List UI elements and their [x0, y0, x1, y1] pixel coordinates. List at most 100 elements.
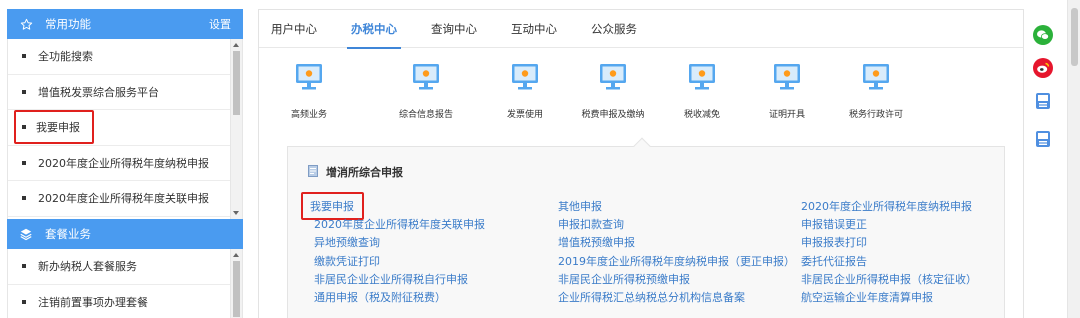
menu-item[interactable]: 全功能搜索: [8, 39, 242, 75]
scroll-thumb[interactable]: [233, 51, 240, 115]
tab-item[interactable]: 用户中心: [271, 10, 317, 48]
top-tabs: 用户中心 办税中心 查询中心 互动中心 公众服务: [259, 10, 1023, 49]
menu-item-label: 我要申报: [36, 121, 80, 135]
common-functions-header: 常用功能 设置: [7, 9, 243, 39]
main-panel: 用户中心 办税中心 查询中心 互动中心 公众服务 高频业务 综合信息报告 发票使用 税费申报及…: [258, 9, 1024, 318]
bullet-icon: [22, 89, 26, 94]
monitor-icon: [831, 62, 921, 95]
menu-item[interactable]: 2020年度企业所得税年度关联申报: [8, 181, 242, 217]
tab-item[interactable]: 办税中心: [347, 10, 401, 49]
function-item[interactable]: 高频业务: [264, 62, 354, 120]
bullet-icon: [22, 54, 26, 59]
function-item[interactable]: 发票使用: [480, 62, 570, 120]
menu-item-label: 2020年度企业所得税年度关联申报: [38, 192, 209, 206]
service-link[interactable]: 异地预缴查询: [314, 234, 380, 250]
app-icon[interactable]: [1033, 91, 1053, 111]
bullet-icon: [22, 196, 26, 201]
scroll-thumb[interactable]: [233, 261, 240, 317]
weibo-icon[interactable]: [1033, 58, 1053, 78]
layers-icon: [19, 227, 33, 241]
link-grid: 我要申报 其他申报 2020年度企业所得税年度纳税申报 2020年度企业所得税年度关联…: [301, 192, 1014, 307]
service-link[interactable]: 航空运输企业年度清算申报: [801, 289, 933, 305]
menu-item[interactable]: 新办纳税人套餐服务: [8, 249, 242, 285]
service-link[interactable]: 2020年度企业所得税年度关联申报: [314, 216, 485, 232]
function-label: 发票使用: [506, 110, 543, 120]
sub-panel-title: 增消所综合申报: [308, 164, 403, 180]
link-row: 我要申报 其他申报 2020年度企业所得税年度纳税申报: [301, 192, 1014, 220]
function-item[interactable]: 综合信息报告: [381, 62, 471, 120]
tab-item[interactable]: 互动中心: [511, 10, 557, 48]
service-link[interactable]: 申报报表打印: [801, 234, 867, 250]
link-row: 2020年度企业所得税年度关联申报 申报扣款查询 申报错误更正: [314, 216, 1014, 234]
monitor-icon: [480, 62, 570, 95]
bullet-icon: [22, 264, 26, 269]
star-icon: [19, 17, 33, 31]
highlight-box: 我要申报: [14, 110, 94, 145]
tab-item[interactable]: 查询中心: [431, 10, 477, 48]
scroll-down-icon[interactable]: [233, 211, 239, 215]
common-list-scrollbar[interactable]: [230, 39, 242, 219]
function-item[interactable]: 证明开具: [742, 62, 832, 120]
packages-title: 套餐业务: [45, 227, 91, 241]
tab-item[interactable]: 公众服务: [591, 10, 637, 48]
packages-header: 套餐业务: [7, 219, 243, 249]
monitor-icon: [742, 62, 832, 95]
menu-item[interactable]: 2020年度企业所得税年度纳税申报: [8, 146, 242, 181]
bullet-icon: [22, 299, 26, 304]
scroll-up-icon[interactable]: [233, 253, 239, 257]
bullet-icon: [22, 160, 26, 165]
monitor-icon: [657, 62, 747, 95]
function-label: 综合信息报告: [398, 110, 453, 120]
scroll-up-icon[interactable]: [233, 43, 239, 47]
function-item[interactable]: 税务行政许可: [831, 62, 921, 120]
document-icon: [308, 164, 318, 180]
service-link[interactable]: 增值税预缴申报: [558, 234, 635, 250]
monitor-icon: [264, 62, 354, 95]
common-functions-list: 全功能搜索增值税发票综合服务平台 我要申报 2020年度企业所得税年度纳税申报 202…: [7, 39, 243, 219]
menu-item[interactable]: 我要申报: [8, 110, 242, 146]
menu-item-label: 全功能搜索: [38, 50, 93, 64]
wechat-icon[interactable]: [1033, 25, 1053, 45]
function-label: 税收减免: [683, 110, 720, 120]
service-link[interactable]: 委托代征报告: [801, 253, 867, 269]
service-link[interactable]: 非居民企业所得税申报（核定征收）: [801, 271, 977, 287]
function-label: 税费申报及缴纳: [581, 110, 645, 120]
settings-link[interactable]: 设置: [209, 16, 231, 32]
sub-panel-title-text: 增消所综合申报: [326, 166, 403, 179]
common-functions-title: 常用功能: [45, 17, 91, 31]
sub-panel: 增消所综合申报 我要申报 其他申报 2020年度企业所得税年度纳税申报 2020年度企…: [287, 137, 1005, 318]
service-link[interactable]: 2020年度企业所得税年度纳税申报: [801, 198, 972, 214]
function-row: 高频业务 综合信息报告 发票使用 税费申报及缴纳 税收减免 证明开具 税务行政许可: [259, 62, 1023, 142]
menu-item[interactable]: 增值税发票综合服务平台: [8, 75, 242, 110]
link-row: 缴款凭证打印 2019年度企业所得税年度纳税申报（更正申报） 委托代征报告: [314, 253, 1014, 271]
function-item[interactable]: 税收减免: [657, 62, 747, 120]
service-link[interactable]: 通用申报（税及附征税费）: [314, 289, 446, 305]
service-link[interactable]: 非居民企业企业所得税自行申报: [314, 271, 468, 287]
link-row: 异地预缴查询 增值税预缴申报 申报报表打印: [314, 234, 1014, 252]
function-item[interactable]: 税费申报及缴纳: [568, 62, 658, 120]
sidebar: 常用功能 设置 全功能搜索增值税发票综合服务平台 我要申报 2020年度企业所得税年…: [7, 9, 243, 318]
menu-item-label: 新办纳税人套餐服务: [38, 260, 137, 274]
service-link[interactable]: 2019年度企业所得税年度纳税申报（更正申报）: [558, 253, 795, 269]
page-scrollbar[interactable]: [1067, 0, 1080, 318]
monitor-icon: [568, 62, 658, 95]
packages-list-scrollbar[interactable]: [230, 249, 242, 318]
service-link[interactable]: 申报错误更正: [801, 216, 867, 232]
menu-item-label: 2020年度企业所得税年度纳税申报: [38, 156, 209, 170]
monitor-icon: [381, 62, 471, 95]
menu-item-label: 增值税发票综合服务平台: [38, 85, 159, 99]
link-row: 非居民企业企业所得税自行申报 非居民企业所得税预缴申报 非居民企业所得税申报（核定征…: [314, 271, 1014, 289]
bullet-icon: [22, 125, 26, 130]
app-icon[interactable]: [1033, 129, 1053, 149]
service-link[interactable]: 非居民企业所得税预缴申报: [558, 271, 690, 287]
function-label: 高频业务: [290, 110, 327, 120]
service-link[interactable]: 其他申报: [558, 198, 602, 214]
service-link[interactable]: 申报扣款查询: [558, 216, 624, 232]
service-link[interactable]: 企业所得税汇总纳税总分机构信息备案: [558, 289, 745, 305]
function-label: 税务行政许可: [848, 110, 903, 120]
service-link[interactable]: 缴款凭证打印: [314, 253, 380, 269]
menu-item[interactable]: 注销前置事项办理套餐: [8, 285, 242, 318]
menu-item-label: 注销前置事项办理套餐: [38, 295, 148, 309]
link-row: 通用申报（税及附征税费） 企业所得税汇总纳税总分机构信息备案 航空运输企业年度清算申…: [314, 289, 1014, 307]
page-scroll-thumb[interactable]: [1071, 8, 1078, 66]
